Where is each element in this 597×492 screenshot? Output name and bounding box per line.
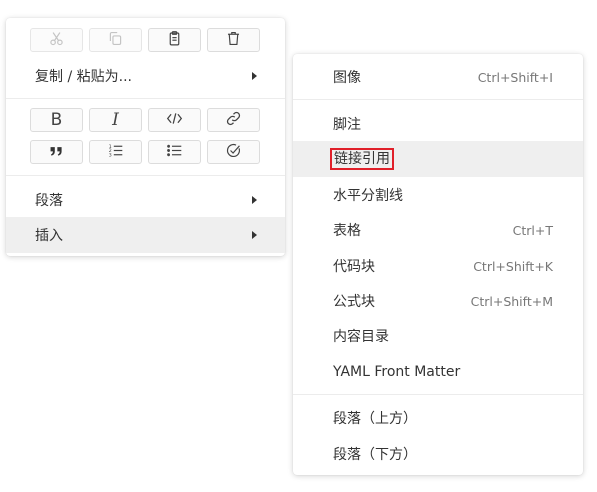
code-button[interactable] [148,108,201,132]
clipboard-icon [166,30,183,51]
format-toolbar-row-2: 1 2 3 [30,140,260,164]
menu-item-label: 代码块 [333,259,375,275]
task-button[interactable] [207,140,260,164]
menu-item-label: 水平分割线 [333,188,403,204]
menu-item-label: 段落（上方） [333,411,417,427]
divider [293,99,583,100]
insert-submenu: 图像 Ctrl+Shift+I 脚注 链接引用 水平分割线 表格 Ctrl+T … [293,54,583,475]
quote-icon [48,142,65,163]
insert-code-block-item[interactable]: 代码块 Ctrl+Shift+K [293,248,583,284]
bold-button[interactable]: B [30,108,83,132]
copy-paste-as-label: 复制 / 粘贴为... [35,69,132,85]
unordered-list-button[interactable] [148,140,201,164]
insert-paragraph-above-item[interactable]: 段落（上方） [293,400,583,436]
insert-horizontal-rule-item[interactable]: 水平分割线 [293,177,583,213]
copy-icon [107,30,124,51]
insert-paragraph-below-item[interactable]: 段落（下方） [293,436,583,472]
menu-item-label: 表格 [333,223,361,239]
menu-item-label: YAML Front Matter [333,364,461,380]
highlight-box: 链接引用 [330,148,394,170]
edit-toolbar [30,28,260,52]
divider [6,175,285,176]
menu-item-label: 公式块 [333,294,375,310]
insert-math-block-item[interactable]: 公式块 Ctrl+Shift+M [293,283,583,319]
paragraph-label: 段落 [35,193,63,209]
divider [293,394,583,395]
trash-icon [225,30,242,51]
shortcut-label: Ctrl+Shift+M [470,293,553,309]
shortcut-label: Ctrl+Shift+I [477,69,553,85]
shortcut-label: Ctrl+Shift+K [473,258,553,274]
code-icon [166,110,183,131]
unordered-list-icon [166,142,183,163]
italic-button[interactable]: I [89,108,142,132]
menu-item-label: 脚注 [333,117,361,133]
menu-item-label: 段落（下方） [333,447,417,463]
insert-footnote-item[interactable]: 脚注 [293,106,583,142]
quote-button[interactable] [30,140,83,164]
submenu-arrow-icon [252,196,257,204]
submenu-arrow-icon [252,72,257,80]
delete-button[interactable] [207,28,260,52]
scissors-icon [48,30,65,51]
insert-table-item[interactable]: 表格 Ctrl+T [293,212,583,248]
svg-text:3: 3 [109,152,112,158]
bold-icon: B [50,109,63,130]
insert-label: 插入 [35,228,63,244]
context-menu: 复制 / 粘贴为... B I 1 2 3 段落 插入 [6,18,285,256]
menu-item-label: 内容目录 [333,329,389,345]
link-icon [225,110,242,131]
format-toolbar-row-1: B I [30,108,260,132]
menu-item-label: 链接引用 [330,148,553,170]
copy-paste-as-item[interactable]: 复制 / 粘贴为... [6,58,285,94]
check-circle-icon [225,142,242,163]
insert-toc-item[interactable]: 内容目录 [293,318,583,354]
ordered-list-icon: 1 2 3 [107,142,124,163]
link-button[interactable] [207,108,260,132]
paste-button[interactable] [148,28,201,52]
italic-icon: I [112,109,119,130]
insert-link-reference-item[interactable]: 链接引用 [293,141,583,177]
ordered-list-button[interactable]: 1 2 3 [89,140,142,164]
paragraph-item[interactable]: 段落 [6,182,285,218]
shortcut-label: Ctrl+T [512,222,553,238]
divider [6,98,285,99]
copy-button[interactable] [89,28,142,52]
menu-item-label: 图像 [333,70,361,86]
insert-image-item[interactable]: 图像 Ctrl+Shift+I [293,59,583,95]
submenu-arrow-icon [252,231,257,239]
cut-button[interactable] [30,28,83,52]
insert-item[interactable]: 插入 [6,217,285,253]
insert-yaml-front-matter-item[interactable]: YAML Front Matter [293,354,583,390]
